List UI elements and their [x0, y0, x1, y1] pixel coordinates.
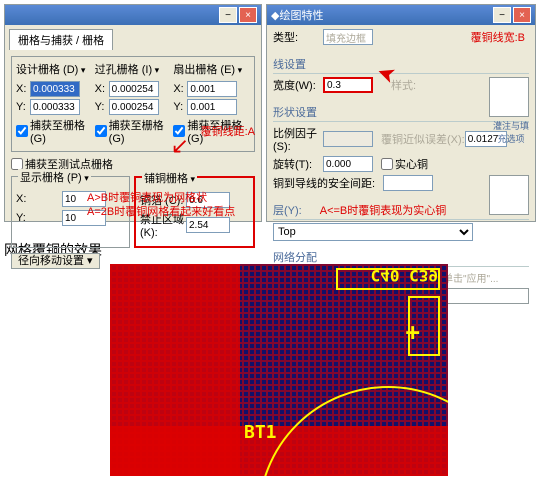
layer-select[interactable]: Top	[273, 223, 473, 241]
close-button-r[interactable]: ×	[513, 7, 531, 23]
fanout-grid-dropdown[interactable]: 扇出栅格 (E)	[173, 61, 250, 77]
design-grid-x[interactable]	[30, 81, 80, 97]
design-grid-dropdown[interactable]: 设计栅格 (D)	[16, 61, 93, 77]
grid-settings-panel: − × 栅格与捕获 / 栅格 设计栅格 (D) X: Y: 捕获至栅格 (G) …	[4, 4, 262, 222]
snap-design-grid[interactable]	[16, 125, 28, 137]
via-grid-x[interactable]	[109, 81, 159, 97]
hatch-grid-title[interactable]: 铺铜栅格	[142, 170, 197, 186]
minimize-button[interactable]: −	[219, 7, 237, 23]
solid-copper-checkbox[interactable]	[381, 158, 393, 170]
annotation-condition: A<=B时覆铜表现为实心铜	[320, 202, 447, 218]
drawing-icon: ◆	[271, 9, 279, 22]
design-grid-y[interactable]	[30, 99, 80, 115]
drawing-properties-panel: ◆ 绘图特性 − × 类型: 覆铜线宽:B 线设置 宽度(W): 样式: ➤ 形…	[266, 4, 536, 222]
rotation-input[interactable]	[323, 156, 373, 172]
line-settings-header: 线设置	[273, 56, 529, 74]
annotation-a: 覆铜线距:A	[201, 123, 255, 139]
left-titlebar: − ×	[5, 5, 261, 25]
keepout-spacing[interactable]	[186, 217, 230, 233]
display-grid-title[interactable]: 显示栅格 (P)	[18, 169, 91, 185]
style-select[interactable]	[323, 29, 373, 45]
via-grid-dropdown[interactable]: 过孔栅格 (I)	[95, 61, 172, 77]
annotation-line2: A=2B时覆铜网格看起来好看点	[87, 203, 235, 219]
preview-graphic	[489, 77, 529, 117]
tab-grid[interactable]: 栅格与捕获 / 栅格	[9, 29, 113, 50]
fanout-grid-y[interactable]	[187, 99, 237, 115]
layer-header: 层(Y):	[273, 202, 302, 218]
snap-via-grid[interactable]	[95, 125, 107, 137]
annotation-b: 覆铜线宽:B	[471, 29, 525, 45]
pcb-label-bt1: BT1	[244, 422, 277, 443]
minimize-button-r[interactable]: −	[493, 7, 511, 23]
fanout-grid-x[interactable]	[187, 81, 237, 97]
net-preview-graphic	[489, 175, 529, 215]
arrow-a: ↙	[171, 133, 189, 159]
close-button[interactable]: ×	[239, 7, 257, 23]
right-title: 绘图特性	[279, 7, 323, 23]
via-grid-y[interactable]	[109, 99, 159, 115]
plus-icon: +	[406, 318, 420, 346]
clearance-input[interactable]	[383, 175, 433, 191]
pcb-result-image[interactable]: C40 C39 + BT1	[110, 264, 448, 476]
preview-label: 灌注与填充选项	[489, 119, 533, 145]
right-titlebar: ◆ 绘图特性 − ×	[267, 5, 535, 25]
scale-input	[323, 131, 373, 147]
radial-settings-button[interactable]: 径向移动设置 ▾	[11, 253, 100, 269]
line-width-input[interactable]	[323, 77, 373, 93]
pcb-label-components: C40 C39	[371, 266, 438, 285]
